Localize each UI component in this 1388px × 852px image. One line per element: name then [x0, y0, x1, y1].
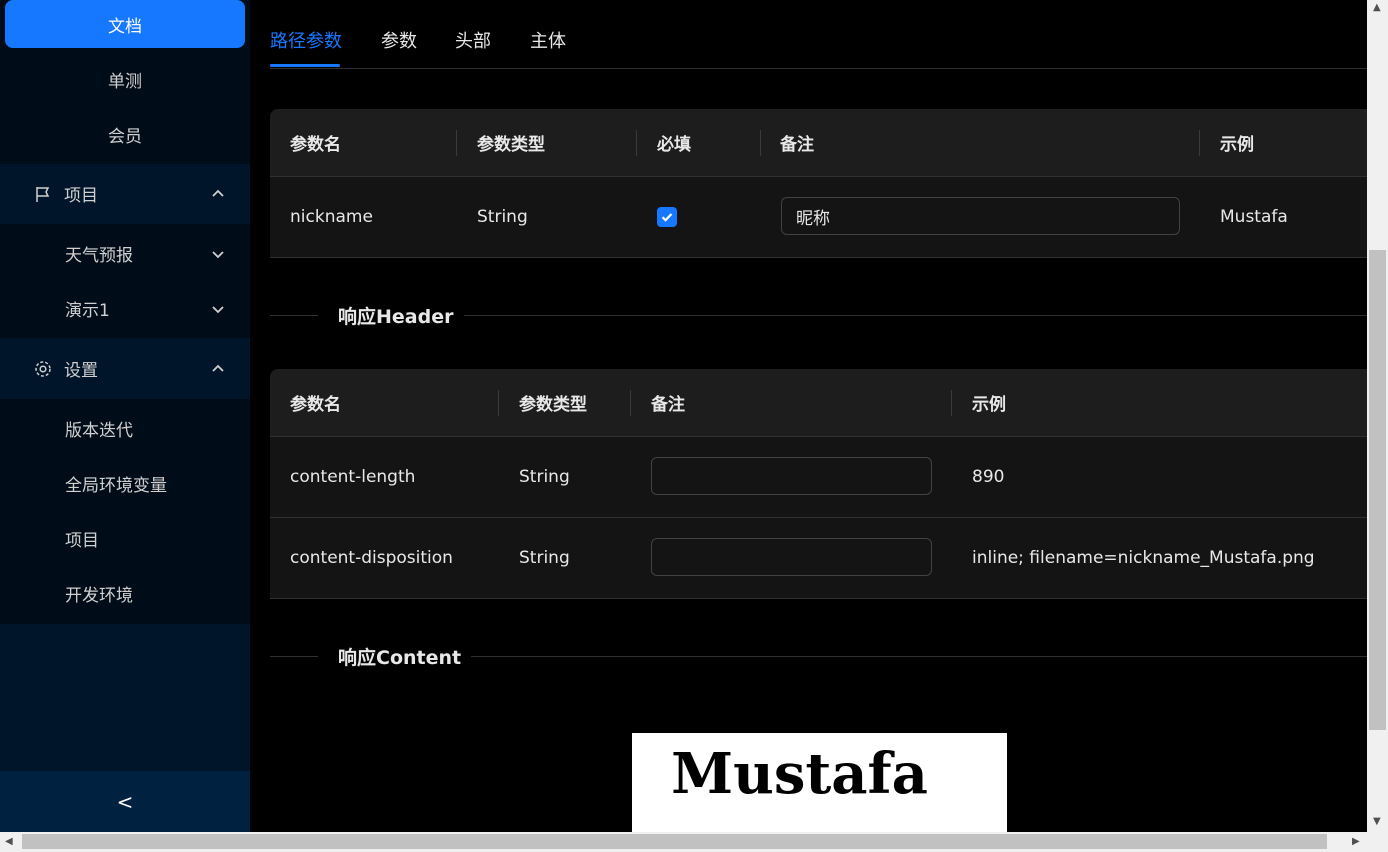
column-header: 参数名	[290, 395, 341, 415]
horizontal-scrollbar[interactable]: ◀ ▶	[0, 832, 1388, 852]
sidebar-group-settings[interactable]: 设置	[0, 341, 250, 396]
sidebar: 文档 单测 会员 项目 天气预报 演示1 设置 版本迭代 全局环境变量 项目 开…	[0, 0, 250, 832]
sidebar-item-unit-test[interactable]: 单测	[0, 52, 250, 107]
table-row: content-length String 890	[270, 437, 1367, 518]
sidebar-item-label: 全局环境变量	[65, 476, 167, 496]
chevron-down-icon	[210, 246, 226, 262]
chevron-up-icon	[210, 186, 226, 202]
sidebar-item-demo1[interactable]: 演示1	[0, 281, 250, 336]
scrollbar-thumb[interactable]	[22, 834, 1327, 849]
column-header: 备注	[780, 135, 814, 155]
remark-input[interactable]	[651, 538, 932, 576]
sidebar-item-label: 演示1	[65, 301, 110, 321]
sidebar-item-member[interactable]: 会员	[0, 107, 250, 162]
image-text: Mustafa	[671, 741, 928, 807]
sidebar-item-version[interactable]: 版本迭代	[0, 401, 250, 456]
divider-line	[471, 656, 1367, 657]
scrollbar-thumb[interactable]	[1369, 250, 1386, 730]
column-separator	[1199, 130, 1200, 156]
sidebar-item-global-env[interactable]: 全局环境变量	[0, 456, 250, 511]
sidebar-item-label: 单测	[108, 72, 142, 92]
param-type: String	[477, 207, 528, 227]
params-table: 参数名 参数类型 必填 备注 示例 nickname String 昵称 Mus…	[270, 109, 1367, 258]
sidebar-item-label: 版本迭代	[65, 421, 133, 441]
check-icon	[661, 213, 673, 222]
sidebar-item-label: 开发环境	[65, 586, 133, 606]
sidebar-item-docs[interactable]: 文档	[5, 0, 245, 48]
tab-body[interactable]: 主体	[530, 27, 566, 53]
divider-line	[270, 315, 318, 316]
chevron-left-icon: <	[116, 789, 134, 814]
sidebar-item-weather[interactable]: 天气预报	[0, 226, 250, 281]
sidebar-item-label: 天气预报	[65, 246, 133, 266]
divider-line	[464, 315, 1367, 316]
header-example: inline; filename=nickname_Mustafa.png	[972, 548, 1315, 568]
header-type: String	[519, 467, 570, 487]
column-header: 参数类型	[519, 395, 587, 415]
column-header: 示例	[972, 395, 1006, 415]
sidebar-group-project[interactable]: 项目	[0, 166, 250, 221]
column-header: 参数类型	[477, 135, 545, 155]
scroll-right-icon[interactable]: ▶	[1352, 836, 1360, 847]
main-content: 路径参数 参数 头部 主体 参数名 参数类型 必填 备注 示例 nickname…	[250, 0, 1367, 832]
response-header-divider: 响应Header	[270, 300, 1367, 330]
required-cell	[657, 177, 677, 257]
column-header: 示例	[1220, 135, 1254, 155]
sidebar-collapse-button[interactable]: <	[0, 771, 250, 832]
scroll-up-icon[interactable]: ▲	[1373, 2, 1381, 13]
scroll-left-icon[interactable]: ◀	[5, 836, 13, 847]
sidebar-item-label: 项目	[64, 186, 98, 206]
column-separator	[630, 390, 631, 416]
header-example: 890	[972, 467, 1005, 487]
table-row: nickname String 昵称 Mustafa	[270, 177, 1367, 258]
section-title: 响应Header	[338, 305, 454, 328]
chevron-up-icon	[210, 361, 226, 377]
tab-headers[interactable]: 头部	[455, 27, 491, 53]
scroll-down-icon[interactable]: ▼	[1373, 816, 1381, 827]
column-separator	[951, 390, 952, 416]
tab-path-params[interactable]: 路径参数	[270, 27, 342, 53]
column-separator	[760, 130, 761, 156]
table-header: 参数名 参数类型 必填 备注 示例	[270, 109, 1367, 177]
tab-params[interactable]: 参数	[381, 27, 417, 53]
table-header: 参数名 参数类型 备注 示例	[270, 369, 1367, 437]
section-title: 响应Content	[338, 646, 462, 669]
required-checkbox[interactable]	[657, 207, 677, 227]
vertical-scrollbar[interactable]: ▲ ▼	[1367, 0, 1388, 832]
header-name: content-length	[290, 467, 416, 487]
response-header-table: 参数名 参数类型 备注 示例 content-length String 890…	[270, 369, 1367, 599]
response-image-preview: Mustafa	[632, 733, 1007, 832]
sidebar-item-dev-env[interactable]: 开发环境	[0, 566, 250, 621]
sidebar-item-label: 会员	[108, 127, 142, 147]
sidebar-item-label: 项目	[65, 531, 99, 551]
remark-input[interactable]	[651, 457, 932, 495]
flag-icon	[34, 185, 52, 203]
column-separator	[498, 390, 499, 416]
chevron-down-icon	[210, 301, 226, 317]
column-separator	[636, 130, 637, 156]
tab-active-indicator	[270, 64, 340, 67]
remark-input[interactable]: 昵称	[781, 197, 1180, 235]
divider-line	[270, 656, 318, 657]
header-name: content-disposition	[290, 548, 453, 568]
param-example: Mustafa	[1220, 207, 1288, 227]
gear-icon	[34, 360, 52, 378]
column-separator	[456, 130, 457, 156]
tab-bar: 路径参数 参数 头部 主体	[270, 0, 1367, 69]
response-content-divider: 响应Content	[270, 641, 1367, 671]
column-header: 参数名	[290, 135, 341, 155]
column-header: 必填	[657, 135, 691, 155]
sidebar-item-settings-project[interactable]: 项目	[0, 511, 250, 566]
sidebar-item-label: 文档	[108, 16, 142, 37]
param-name: nickname	[290, 207, 373, 227]
column-header: 备注	[651, 395, 685, 415]
table-row: content-disposition String inline; filen…	[270, 518, 1367, 599]
header-type: String	[519, 548, 570, 568]
sidebar-item-label: 设置	[64, 361, 98, 381]
